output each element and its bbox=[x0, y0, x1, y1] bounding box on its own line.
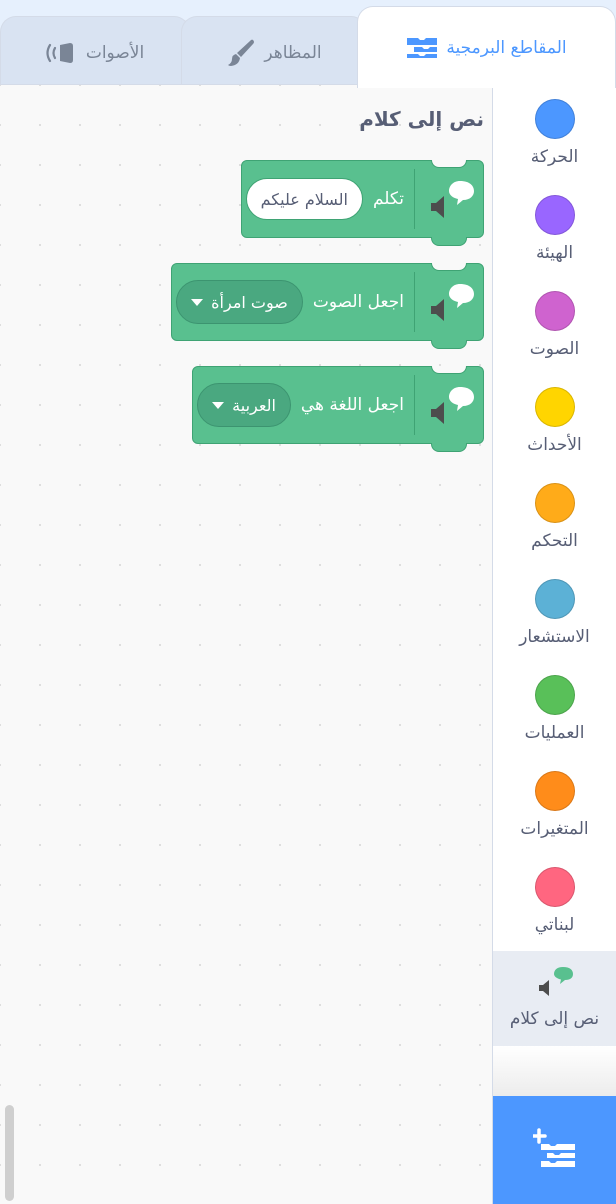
category-sensing[interactable]: الاستشعار bbox=[493, 579, 616, 647]
set-voice-label: اجعل الصوت bbox=[312, 292, 404, 312]
text-to-speech-icon bbox=[535, 965, 575, 1005]
tab-sounds[interactable]: الأصوات bbox=[0, 16, 190, 88]
tab-costumes-label: المظاهر bbox=[264, 42, 322, 63]
text-to-speech-icon bbox=[423, 169, 479, 229]
paintbrush-icon bbox=[226, 38, 256, 68]
workspace-scrollbar[interactable] bbox=[5, 1105, 14, 1201]
category-variables-dot bbox=[534, 771, 575, 811]
tab-code-label: المقاطع البرمجية bbox=[446, 37, 567, 58]
set-language-label: اجعل اللغة هي bbox=[300, 395, 404, 415]
category-events[interactable]: الأحداث bbox=[493, 387, 616, 455]
category-text-to-speech[interactable]: نص إلى كلام bbox=[493, 951, 616, 1047]
add-extension-icon bbox=[530, 1128, 577, 1172]
category-heading: نص إلى كلام bbox=[359, 107, 484, 131]
category-sensing-dot bbox=[534, 579, 575, 619]
category-looks[interactable]: الهيئة bbox=[493, 195, 616, 263]
category-sound[interactable]: الصوت bbox=[493, 291, 616, 359]
category-looks-dot bbox=[534, 195, 575, 235]
speak-block[interactable]: تكلم السلام عليكم bbox=[240, 160, 484, 246]
category-control[interactable]: التحكم bbox=[493, 483, 616, 551]
add-extension-button[interactable] bbox=[493, 1096, 616, 1204]
code-blocks-icon bbox=[406, 37, 438, 59]
dropdown-caret-icon bbox=[191, 298, 204, 306]
dropdown-caret-icon bbox=[212, 401, 225, 409]
tab-sounds-label: الأصوات bbox=[85, 42, 145, 63]
category-operators[interactable]: العمليات bbox=[493, 675, 616, 743]
text-to-speech-icon bbox=[423, 375, 479, 435]
category-my-blocks-dot bbox=[534, 867, 575, 907]
language-dropdown[interactable]: العربية bbox=[197, 383, 291, 427]
language-dropdown-value: العربية bbox=[232, 395, 276, 415]
category-operators-dot bbox=[534, 675, 575, 715]
text-to-speech-icon bbox=[423, 272, 479, 332]
tab-code[interactable]: المقاطع البرمجية bbox=[357, 6, 616, 88]
speak-label: تكلم bbox=[372, 189, 404, 209]
category-my-blocks[interactable]: لبناتي bbox=[493, 867, 616, 935]
category-control-dot bbox=[534, 483, 575, 523]
category-sound-dot bbox=[534, 291, 575, 331]
category-variables[interactable]: المتغيرات bbox=[493, 771, 616, 839]
category-events-dot bbox=[534, 387, 575, 427]
speaker-icon bbox=[46, 42, 78, 64]
set-voice-block[interactable]: اجعل الصوت صوت امرأة bbox=[171, 263, 484, 349]
category-motion[interactable]: الحركة bbox=[493, 99, 616, 167]
set-language-block[interactable]: اجعل اللغة هي العربية bbox=[192, 366, 484, 452]
tab-costumes[interactable]: المظاهر bbox=[181, 16, 367, 88]
voice-dropdown-value: صوت امرأة bbox=[211, 292, 288, 312]
speak-text-input[interactable]: السلام عليكم bbox=[245, 178, 363, 220]
category-motion-dot bbox=[534, 99, 575, 139]
category-menu: الحركة الهيئة الصوت الأحداث التحكم الاست… bbox=[493, 84, 616, 1096]
block-palette[interactable]: نص إلى كلام تكلم السلام عليكم اجعل الصوت… bbox=[0, 84, 493, 1204]
voice-dropdown[interactable]: صوت امرأة bbox=[176, 280, 303, 324]
